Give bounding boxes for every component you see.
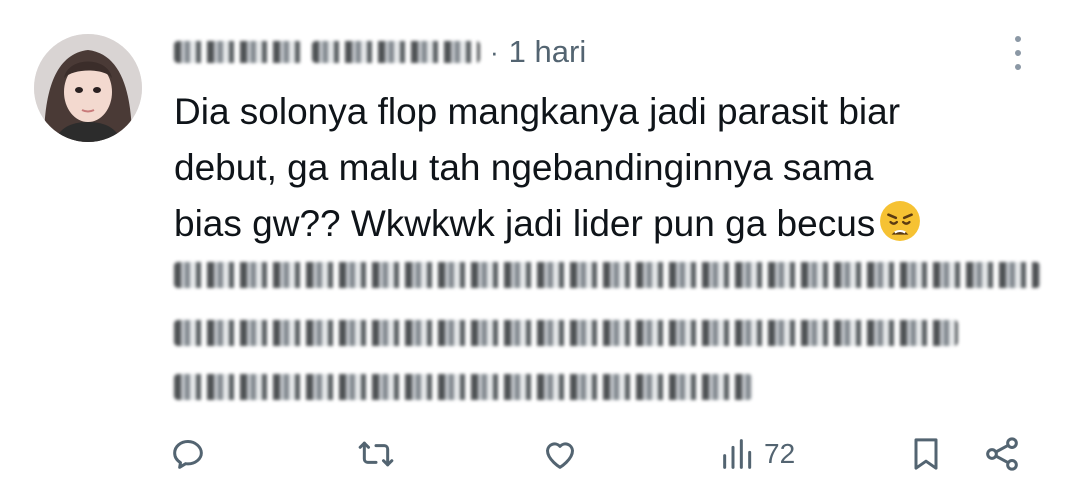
avatar-photo bbox=[34, 34, 142, 142]
redacted-text-line bbox=[174, 374, 752, 400]
heart-icon bbox=[546, 442, 574, 469]
repost-icon bbox=[358, 441, 394, 467]
share-icon bbox=[986, 437, 1018, 471]
action-bar: 72 bbox=[0, 428, 1074, 480]
author-handle-redacted[interactable] bbox=[312, 41, 480, 63]
views-icon bbox=[723, 439, 752, 469]
bookmark-icon bbox=[914, 438, 938, 470]
like-button[interactable] bbox=[540, 428, 580, 480]
time-separator: · bbox=[490, 36, 499, 67]
redacted-text-line bbox=[174, 320, 958, 346]
views-button[interactable]: 72 bbox=[718, 428, 795, 480]
post-text-line: Dia solonya flop mangkanya jadi parasit … bbox=[174, 91, 901, 132]
repost-button[interactable] bbox=[356, 428, 396, 480]
post-text-line-content: bias gw?? Wkwkwk jadi lider pun ga becus bbox=[174, 203, 876, 244]
weary-face-emoji-icon bbox=[880, 201, 921, 241]
more-options-icon[interactable] bbox=[1008, 36, 1028, 70]
post-header: · 1 hari bbox=[174, 30, 586, 74]
timestamp[interactable]: 1 hari bbox=[509, 34, 587, 70]
post-text-line: bias gw?? Wkwkwk jadi lider pun ga becus bbox=[174, 196, 1034, 252]
redacted-text-line bbox=[174, 262, 1040, 288]
reply-button[interactable] bbox=[168, 428, 208, 480]
share-button[interactable] bbox=[982, 428, 1022, 480]
bookmark-button[interactable] bbox=[906, 428, 946, 480]
author-name-redacted[interactable] bbox=[174, 41, 302, 63]
views-count: 72 bbox=[764, 438, 796, 469]
avatar[interactable] bbox=[34, 34, 142, 142]
reply-icon bbox=[173, 440, 203, 469]
post-text-line: debut, ga malu tah ngebandinginnya sama bbox=[174, 147, 874, 188]
post-text: Dia solonya flop mangkanya jadi parasit … bbox=[174, 84, 1034, 252]
